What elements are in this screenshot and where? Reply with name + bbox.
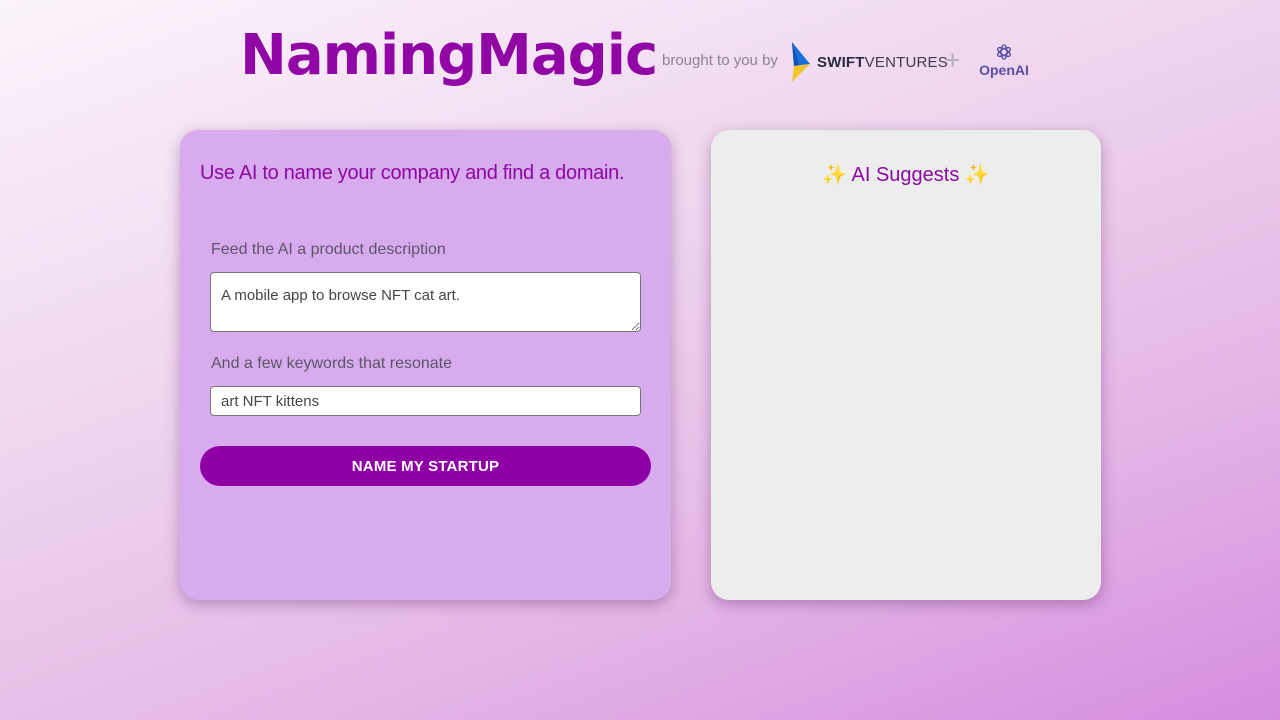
openai-logo[interactable]: OpenAI xyxy=(978,43,1030,78)
name-my-startup-button[interactable]: NAME MY STARTUP xyxy=(200,446,651,486)
brought-by-text: brought to you by xyxy=(662,52,778,69)
swift-ventures-logo[interactable]: SWIFTVENTURES xyxy=(790,42,948,82)
naming-form-card: Use AI to name your company and find a d… xyxy=(180,130,671,600)
ventures-wordmark: VENTURES xyxy=(864,53,948,71)
openai-logo-icon xyxy=(996,44,1012,60)
swift-ventures-wordmark: SWIFTVENTURES xyxy=(817,54,948,71)
sparkle-icon: ✨ xyxy=(964,164,990,186)
description-textarea[interactable]: A mobile app to browse NFT cat art. xyxy=(210,272,641,332)
form-lead: Use AI to name your company and find a d… xyxy=(200,162,625,184)
keywords-input[interactable] xyxy=(210,386,641,416)
description-label: Feed the AI a product description xyxy=(211,241,446,258)
keywords-label: And a few keywords that resonate xyxy=(211,355,453,372)
ai-suggests-title: AI Suggests xyxy=(851,164,960,186)
openai-wordmark: OpenAI xyxy=(979,62,1029,78)
ai-suggests-heading: ✨ AI Suggests ✨ xyxy=(711,162,1101,187)
sparkle-icon: ✨ xyxy=(822,164,848,186)
ai-suggestions-card: ✨ AI Suggests ✨ xyxy=(711,130,1101,600)
app-title: NamingMagic xyxy=(240,23,658,88)
swift-wordmark-bold: SWIFT xyxy=(817,53,865,71)
plus-sign: + xyxy=(945,45,961,75)
header: NamingMagic brought to you by SWIFTVENTU… xyxy=(0,22,1280,92)
swift-ventures-logo-icon xyxy=(792,42,810,82)
